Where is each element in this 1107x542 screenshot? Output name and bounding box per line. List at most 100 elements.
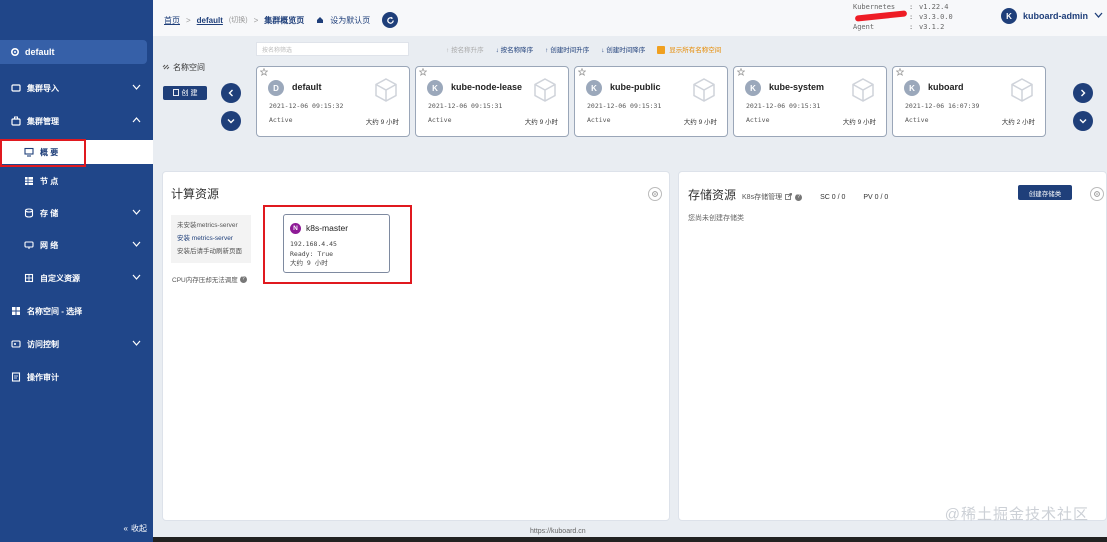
sidebar-item-overview[interactable]: 概 要 (0, 140, 153, 164)
star-icon[interactable] (736, 67, 746, 78)
namespace-badge: K (586, 80, 602, 96)
namespace-selector[interactable]: default (0, 40, 147, 64)
install-metrics-link[interactable]: 安装 metrics-server (177, 232, 245, 245)
sidebar: default 集群导入 集群管理 概 要 节 点 存 储 网 络 自定义资源 … (0, 0, 153, 542)
breadcrumb-cluster-tag[interactable]: (切换) (229, 15, 248, 25)
star-icon[interactable] (895, 67, 905, 78)
node-name: k8s-master (306, 223, 349, 233)
namespace-name: kube-node-lease (451, 82, 523, 92)
help-icon[interactable]: ? (239, 275, 247, 283)
namespace-card[interactable]: K kube-public 2021-12-06 09:15:31 Active… (574, 66, 728, 137)
star-icon[interactable] (259, 67, 269, 78)
sidebar-item-custom-resources[interactable]: 自定义资源 (0, 267, 153, 289)
sort-bar: ↑ 按名称升序 ↓ 按名称降序 ↑ 创建时间升序 ↓ 创建时间降序 显示所有名称… (446, 44, 722, 55)
sidebar-item-access-control[interactable]: 访问控制 (0, 333, 153, 355)
panel-title: 存储资源 (688, 188, 737, 202)
sort-name-asc[interactable]: ↑ 按名称升序 (446, 44, 484, 54)
sort-label: 按名称降序 (500, 47, 534, 55)
sidebar-item-label: 节 点 (40, 176, 59, 186)
version-value: v3.1.2 (919, 23, 945, 31)
star-icon[interactable] (418, 67, 428, 78)
cpu-note-text: CPU内存压却无法调度 (172, 277, 238, 284)
namespace-badge: K (427, 80, 443, 96)
chevron-down-icon (227, 119, 235, 124)
help-icon[interactable]: ? (795, 193, 803, 201)
refresh-button[interactable] (382, 12, 399, 28)
node-ready: Ready: True (290, 249, 334, 258)
sort-time-desc[interactable]: ↓ 创建时间降序 (601, 44, 645, 54)
namespace-age: 大约 9 小时 (683, 119, 717, 126)
create-label: 创 建 (181, 90, 198, 97)
namespace-age: 大约 9 小时 (365, 119, 399, 126)
sidebar-item-audit[interactable]: 操作审计 (0, 366, 153, 388)
sort-name-desc[interactable]: ↓ 按名称降序 (496, 44, 534, 54)
namespace-card[interactable]: K kube-system 2021-12-06 09:15:31 Active… (733, 66, 887, 137)
sidebar-item-storage[interactable]: 存 储 (0, 202, 153, 224)
chevron-right-icon: > (186, 15, 191, 25)
namespace-name: default (25, 47, 55, 57)
chevron-up-icon (132, 116, 141, 126)
cpu-note: CPU内存压却无法调度 ? (172, 274, 247, 284)
chevron-down-icon (132, 339, 141, 349)
chevron-right-icon: > (253, 15, 259, 25)
namespace-created: 2021-12-06 16:07:39 (905, 102, 980, 110)
briefcase-icon (11, 116, 21, 126)
scroll-left-button[interactable] (221, 83, 241, 103)
node-age: 大约 9 小时 (290, 259, 328, 267)
storage-sub-label: K8s存储管理 (742, 194, 783, 201)
expand-right-button[interactable] (1073, 111, 1093, 131)
sidebar-item-namespace-select[interactable]: 名称空间 - 选择 (0, 300, 153, 322)
metrics-line: 安装后请手动刷新页面 (177, 248, 242, 255)
user-menu[interactable]: K kuboard-admin (1001, 8, 1103, 24)
empty-storage-note: 您尚未创建存储类 (688, 215, 744, 222)
sort-label: 按名称升序 (451, 47, 484, 55)
sort-time-asc[interactable]: ↑ 创建时间升序 (545, 44, 589, 54)
create-namespace-button[interactable]: 创 建 (163, 86, 207, 100)
namespace-card[interactable]: K kuboard 2021-12-06 16:07:39 Active 大约 … (892, 66, 1046, 137)
cube-icon (532, 77, 558, 105)
breadcrumb-home[interactable]: 首页 (164, 15, 180, 26)
show-all-namespaces-checkbox[interactable]: 显示所有名称空间 (657, 44, 722, 55)
user-name: kuboard-admin (1023, 11, 1089, 21)
namespace-area: 按名称筛选 ↑ 按名称升序 ↓ 按名称降序 ↑ 创建时间升序 ↓ 创建时间降序 … (153, 36, 1107, 167)
chevron-down-icon (132, 208, 141, 218)
expand-button[interactable] (221, 111, 241, 131)
cube-icon (373, 77, 399, 105)
node-badge: N (290, 223, 301, 234)
settings-button[interactable] (648, 187, 662, 201)
key-icon (11, 339, 21, 349)
sidebar-item-cluster-manage[interactable]: 集群管理 (0, 110, 153, 132)
sidebar-item-label: 概 要 (40, 147, 59, 157)
storage-manage-link[interactable]: K8s存储管理 ? (742, 192, 803, 202)
node-ip: 192.168.4.45 (290, 240, 337, 248)
create-storage-class-button[interactable]: 创建存储类 (1018, 185, 1072, 200)
scroll-right-button[interactable] (1073, 83, 1093, 103)
chevron-down-icon (132, 83, 141, 93)
namespace-badge: D (268, 80, 284, 96)
footer-url[interactable]: https://kuboard.cn (530, 528, 586, 535)
settings-button[interactable] (1090, 187, 1104, 201)
sidebar-item-cluster-import[interactable]: 集群导入 (0, 77, 153, 99)
show-all-label: 显示所有名称空间 (669, 47, 722, 54)
chevron-down-icon (1079, 119, 1087, 124)
chevron-down-icon (1094, 11, 1103, 21)
namespace-status: Active (269, 116, 293, 124)
breadcrumb-cluster[interactable]: default (197, 16, 223, 25)
namespace-created: 2021-12-06 09:15:31 (428, 102, 503, 110)
sidebar-item-label: 自定义资源 (40, 273, 80, 283)
collapse-button[interactable]: « 收起 (124, 523, 147, 534)
sidebar-item-nodes[interactable]: 节 点 (0, 170, 153, 192)
collapse-label: 收起 (131, 524, 147, 533)
node-card[interactable]: N k8s-master 192.168.4.45 Ready: True 大约… (283, 214, 390, 273)
set-default-link[interactable]: 设为默认页 (330, 15, 370, 26)
gear-icon (1094, 191, 1100, 197)
namespace-search-input[interactable]: 按名称筛选 (256, 42, 409, 56)
namespace-status: Active (587, 116, 611, 124)
namespace-card[interactable]: K kube-node-lease 2021-12-06 09:15:31 Ac… (415, 66, 569, 137)
sidebar-item-label: 集群导入 (27, 83, 59, 93)
namespace-card[interactable]: D default 2021-12-06 09:15:32 Active 大约 … (256, 66, 410, 137)
grid-icon (24, 176, 34, 186)
sidebar-item-network[interactable]: 网 络 (0, 234, 153, 256)
star-icon[interactable] (577, 67, 587, 78)
compute-resources-panel: 计算资源 未安装metrics-server 安装 metrics-server… (162, 171, 670, 521)
